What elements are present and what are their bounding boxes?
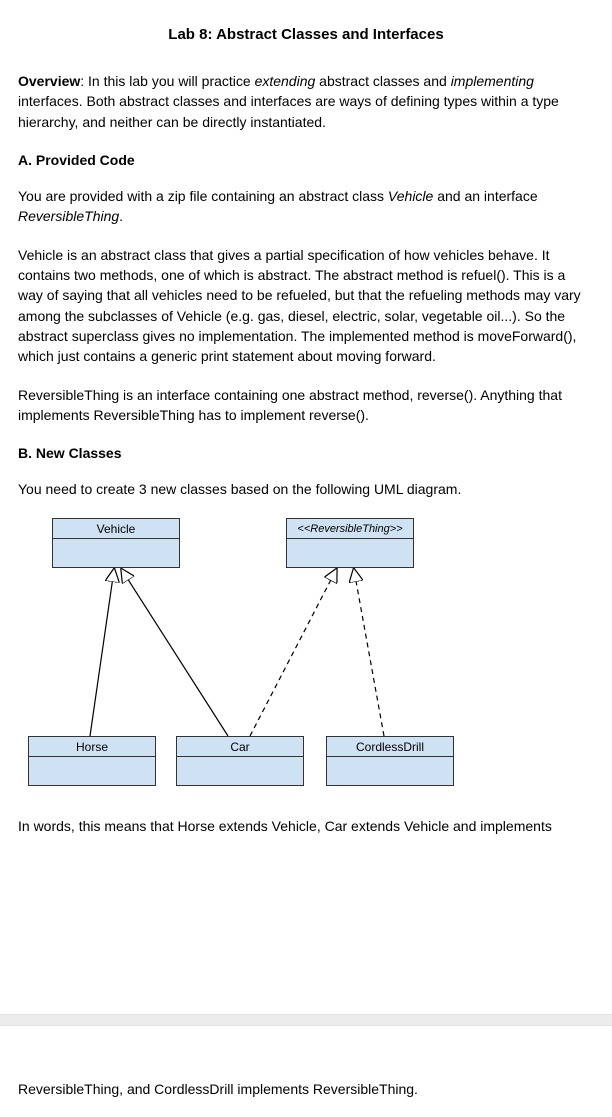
- uml-body-reversible: [287, 539, 413, 567]
- section-a-p2: Vehicle is an abstract class that gives …: [18, 245, 594, 367]
- trailing-text: ReversibleThing, and CordlessDrill imple…: [18, 1081, 418, 1097]
- overview-text-3: interfaces. Both abstract classes and in…: [18, 93, 559, 129]
- section-a-p1-em2: ReversibleThing: [18, 208, 119, 224]
- uml-label-car: Car: [177, 737, 303, 757]
- section-a-p1-b: and an interface: [433, 188, 537, 204]
- uml-label-reversible: <<ReversibleThing>>: [287, 519, 413, 539]
- overview-label: Overview: [18, 73, 80, 89]
- uml-body-vehicle: [53, 539, 179, 567]
- section-a-p1-c: .: [119, 208, 123, 224]
- uml-label-vehicle: Vehicle: [53, 519, 179, 539]
- connector-drill-reversible: [354, 570, 384, 736]
- uml-box-reversible: <<ReversibleThing>>: [286, 518, 414, 568]
- uml-label-drill: CordlessDrill: [327, 737, 453, 757]
- section-b-heading: B. New Classes: [18, 443, 594, 463]
- blank-space: [18, 854, 594, 1004]
- overview-em-2: implementing: [451, 73, 534, 89]
- uml-box-car: Car: [176, 736, 304, 786]
- connector-car-vehicle: [122, 570, 228, 736]
- connector-horse-vehicle: [90, 570, 114, 736]
- uml-body-drill: [327, 757, 453, 785]
- section-a-p1-em1: Vehicle: [388, 188, 433, 204]
- section-a-heading: A. Provided Code: [18, 150, 594, 170]
- uml-diagram: Vehicle <<ReversibleThing>> Horse Car Co…: [18, 518, 594, 808]
- overview-em-1: extending: [255, 73, 316, 89]
- overview-text-1: : In this lab you will practice: [80, 73, 254, 89]
- uml-body-horse: [29, 757, 155, 785]
- trailing-text-area: ReversibleThing, and CordlessDrill imple…: [0, 1026, 612, 1117]
- connector-car-reversible: [250, 570, 336, 736]
- uml-box-vehicle: Vehicle: [52, 518, 180, 568]
- uml-caption: In words, this means that Horse extends …: [18, 816, 594, 836]
- page-title: Lab 8: Abstract Classes and Interfaces: [18, 26, 594, 43]
- section-b-intro: You need to create 3 new classes based o…: [18, 479, 594, 499]
- uml-body-car: [177, 757, 303, 785]
- section-a-p1-a: You are provided with a zip file contain…: [18, 188, 388, 204]
- overview-text-2: abstract classes and: [315, 73, 450, 89]
- separator-bar: [0, 1014, 612, 1026]
- section-a-p1: You are provided with a zip file contain…: [18, 186, 594, 227]
- uml-box-drill: CordlessDrill: [326, 736, 454, 786]
- overview-paragraph: Overview: In this lab you will practice …: [18, 71, 594, 132]
- uml-box-horse: Horse: [28, 736, 156, 786]
- section-a-p3: ReversibleThing is an interface containi…: [18, 385, 594, 426]
- uml-label-horse: Horse: [29, 737, 155, 757]
- document-page: Lab 8: Abstract Classes and Interfaces O…: [0, 0, 612, 1014]
